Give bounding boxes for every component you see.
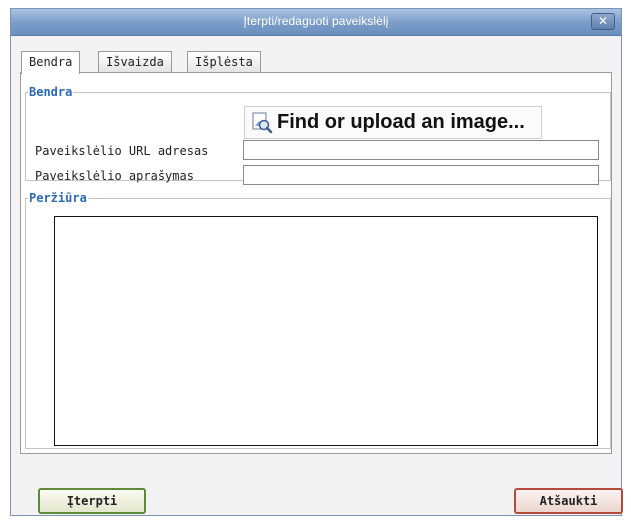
close-button[interactable]: ✕ xyxy=(591,13,615,30)
close-icon: ✕ xyxy=(597,14,609,28)
image-url-input[interactable] xyxy=(243,140,599,160)
dialog-titlebar[interactable]: Įterpti/redaguoti paveikslėlį ✕ xyxy=(11,9,621,36)
find-upload-label: Find or upload an image... xyxy=(277,111,525,133)
description-label: Paveikslėlio aprašymas xyxy=(35,169,194,183)
image-description-input[interactable] xyxy=(243,165,599,185)
cancel-button[interactable]: Atšaukti xyxy=(514,488,623,514)
image-preview-area xyxy=(54,216,598,446)
find-upload-image-button[interactable]: Find or upload an image... xyxy=(244,106,542,139)
url-label: Paveikslėlio URL adresas xyxy=(35,144,209,158)
tab-appearance[interactable]: Išvaizda xyxy=(98,51,172,72)
tab-advanced[interactable]: Išplėsta xyxy=(187,51,261,72)
preview-legend: Peržiūra xyxy=(29,191,87,205)
tab-panel: Bendra Find or upload an image... Paveik… xyxy=(20,72,612,454)
dialog-title: Įterpti/redaguoti paveikslėlį xyxy=(243,14,389,28)
tab-general[interactable]: Bendra xyxy=(21,51,81,74)
image-dialog: Įterpti/redaguoti paveikslėlį ✕ Bendra I… xyxy=(10,8,623,516)
insert-button[interactable]: Įterpti xyxy=(38,488,146,514)
image-search-icon xyxy=(251,112,273,134)
general-legend: Bendra xyxy=(29,85,73,99)
